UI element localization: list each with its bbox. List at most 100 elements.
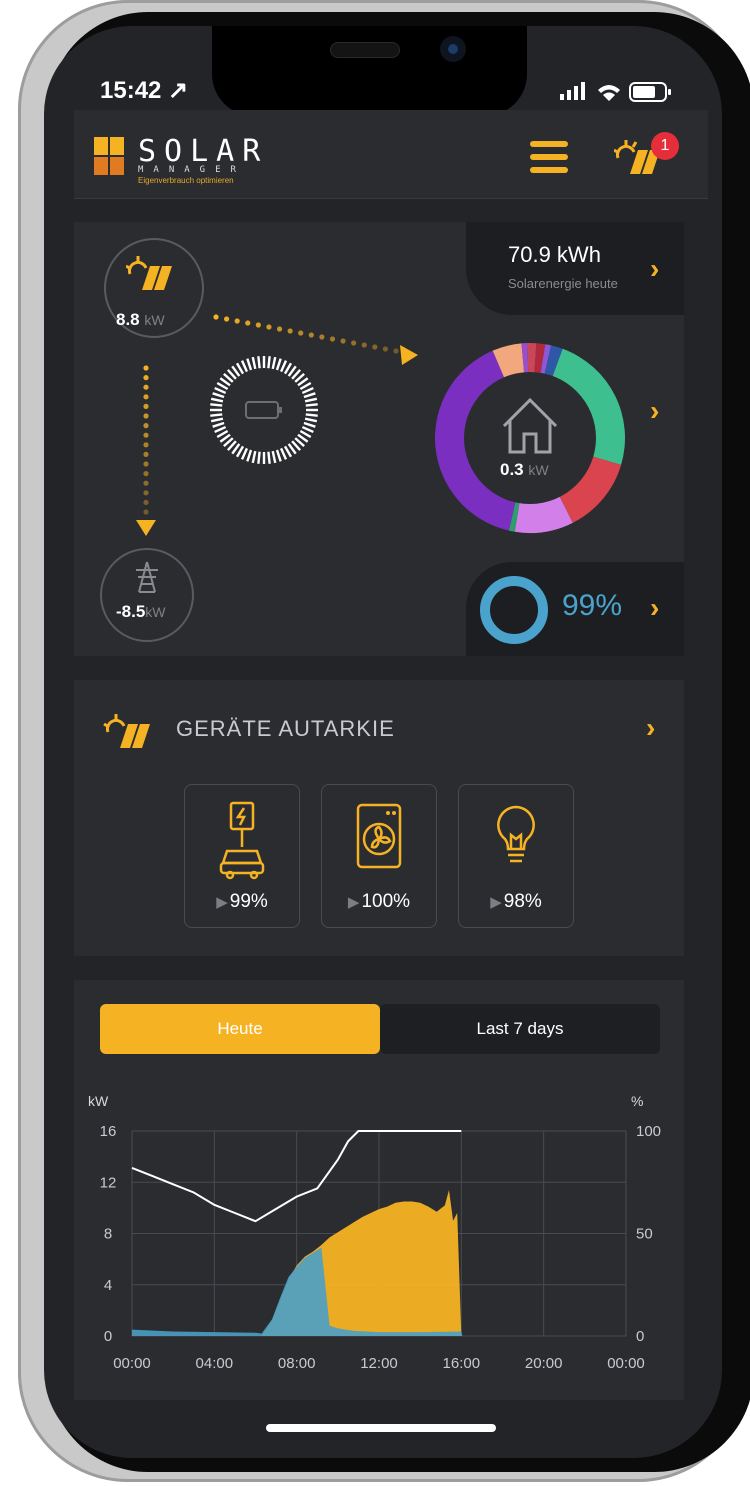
x-tick-label: 20:00 xyxy=(525,1355,563,1372)
battery-tick xyxy=(271,356,277,370)
tab-last-7-days[interactable]: Last 7 days xyxy=(380,1004,660,1054)
x-tick-label: 04:00 xyxy=(196,1355,234,1372)
flow-dot xyxy=(143,384,149,390)
brand-tagline: Eigenverbrauch optimieren xyxy=(138,176,234,185)
grid-power: -8.5kW xyxy=(116,602,166,622)
flow-dot xyxy=(143,423,149,429)
solar-today-chevron-icon[interactable]: › xyxy=(650,253,659,285)
menu-bar-icon xyxy=(530,141,568,147)
flow-dot xyxy=(143,375,149,381)
device-autarky-chevron-icon[interactable]: › xyxy=(646,712,655,744)
signal-wifi-battery-icon xyxy=(560,82,671,102)
flow-dot xyxy=(319,334,325,340)
flow-dot xyxy=(245,320,251,326)
flow-dot xyxy=(143,442,149,448)
device-lighting[interactable]: ▶ 98% xyxy=(458,784,574,928)
y2-tick-label: 0 xyxy=(636,1328,644,1345)
brand-name: SOLAR xyxy=(138,134,269,169)
flow-dot xyxy=(382,346,389,352)
device-washing-value: ▶ 100% xyxy=(347,891,411,912)
flow-dot xyxy=(143,480,149,486)
device-lighting-value-text: 98% xyxy=(503,891,542,912)
brand-sub: MANAGER xyxy=(138,165,246,175)
status-time: 15:42 ↗ xyxy=(100,77,189,104)
x-tick-label: 00:00 xyxy=(113,1355,151,1372)
flow-dot xyxy=(255,322,261,328)
lightbulb-icon xyxy=(497,805,535,863)
y2-axis-label: % xyxy=(631,1093,643,1109)
flow-dot xyxy=(143,413,149,419)
flow-dot xyxy=(143,394,149,400)
battery-tick xyxy=(267,356,271,369)
pv-power-value: 8.8 xyxy=(116,310,140,329)
flow-dot xyxy=(393,348,399,354)
flow-dot xyxy=(143,365,149,371)
autarky-chevron-icon[interactable]: › xyxy=(650,592,659,624)
house-power-value: 0.3 xyxy=(500,460,524,479)
battery-tick xyxy=(271,450,277,464)
notch xyxy=(212,26,527,116)
flow-dot xyxy=(329,336,336,342)
battery-tick xyxy=(210,403,223,407)
house-chevron-icon[interactable]: › xyxy=(650,395,659,427)
energy-chart: kW % 00:00 04:00 08:00 12:00 16:00 20:00 00:00… xyxy=(88,1093,661,1372)
y-tick-label: 0 xyxy=(104,1328,112,1345)
menu-button[interactable] xyxy=(530,141,570,175)
battery-tick xyxy=(214,386,227,395)
autarky-ring-icon xyxy=(480,576,548,644)
flow-dot xyxy=(213,314,219,320)
flow-dot xyxy=(351,340,357,346)
grid-power-value: -8.5 xyxy=(116,602,146,621)
battery-tick xyxy=(257,451,261,464)
battery-status[interactable] xyxy=(204,350,324,470)
battery-tick xyxy=(240,447,249,460)
battery-tick xyxy=(246,449,253,462)
flow-dot xyxy=(143,499,149,505)
battery-tick xyxy=(279,360,288,373)
autarky-value: 99% xyxy=(562,589,623,622)
home-indicator xyxy=(266,1424,496,1432)
flow-dot xyxy=(308,332,314,338)
y-tick-label: 16 xyxy=(100,1123,117,1140)
flow-dot xyxy=(143,509,149,515)
battery-tick xyxy=(214,425,227,434)
flow-dot xyxy=(143,471,149,477)
battery-tick xyxy=(305,413,318,417)
grid-node[interactable] xyxy=(100,548,194,642)
ev-charger-icon xyxy=(219,801,265,880)
x-tick-label: 08:00 xyxy=(278,1355,316,1372)
front-camera-icon xyxy=(440,36,466,62)
house-consumption-donut[interactable] xyxy=(420,328,640,548)
battery-tick xyxy=(303,421,316,428)
grid-power-unit: kW xyxy=(145,604,166,620)
device-autarky-title: GERÄTE AUTARKIE xyxy=(176,716,395,741)
power-pylon-icon xyxy=(136,561,158,593)
device-ev-value: ▶ 99% xyxy=(216,891,268,912)
battery-icon xyxy=(245,401,279,419)
battery-tick xyxy=(246,358,253,371)
battery-tick xyxy=(257,356,261,369)
menu-bar-icon xyxy=(530,167,568,173)
earpiece-speaker xyxy=(330,42,400,58)
battery-tick xyxy=(275,358,282,371)
house-power-unit: kW xyxy=(528,462,549,478)
flow-dot xyxy=(223,316,230,322)
device-ev-charger[interactable]: ▶ 99% xyxy=(184,784,300,928)
battery-tick xyxy=(304,417,318,423)
battery-tick xyxy=(275,449,282,462)
flow-dot xyxy=(298,330,304,336)
tab-today[interactable]: Heute xyxy=(100,1004,380,1054)
y2-tick-label: 100 xyxy=(636,1123,661,1140)
washing-machine-icon xyxy=(356,803,402,869)
battery-tick xyxy=(240,360,249,373)
y-tick-label: 8 xyxy=(104,1226,112,1243)
battery-tick xyxy=(210,413,223,417)
battery-tick xyxy=(267,451,271,464)
battery-tick xyxy=(303,392,316,399)
battery-tick xyxy=(279,447,288,460)
battery-tick xyxy=(251,356,257,370)
device-ev-value-text: 99% xyxy=(229,891,268,912)
device-washing-machine[interactable]: ▶ 100% xyxy=(321,784,437,928)
solar-today-label: Solarenergie heute xyxy=(508,276,618,291)
battery-tick xyxy=(210,397,224,403)
